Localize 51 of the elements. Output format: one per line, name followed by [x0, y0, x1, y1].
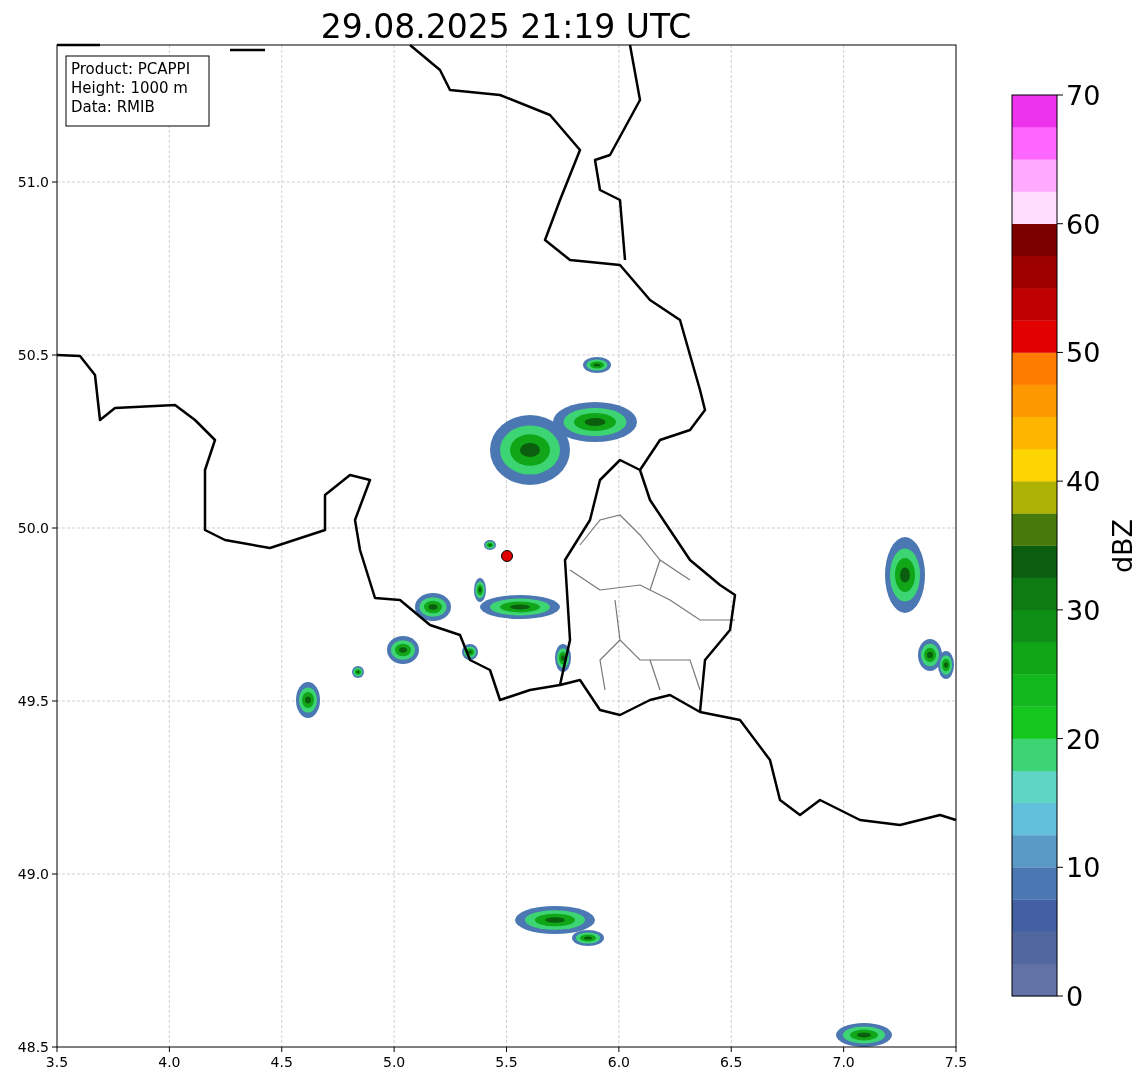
x-tick-label: 3.5 — [45, 1054, 69, 1070]
radar-echo — [387, 636, 419, 664]
x-tick-label: 4.5 — [270, 1054, 293, 1070]
y-tick-label: 49.5 — [17, 693, 49, 709]
radar-echo — [462, 644, 478, 660]
tick-mark — [51, 181, 58, 183]
tick-mark — [51, 700, 58, 702]
colorbar-tick-label: 30 — [1066, 594, 1101, 626]
x-tick-label: 7.0 — [832, 1054, 855, 1070]
colorbar-tick-label: 10 — [1066, 852, 1101, 884]
colorbar-tick-label: 50 — [1066, 337, 1101, 369]
y-tick-label: 48.5 — [17, 1039, 49, 1055]
tick-mark — [51, 354, 58, 356]
colorbar-label: dBZ — [1107, 518, 1138, 574]
colorbar-tick-label: 20 — [1066, 723, 1101, 755]
info-text: Height: 1000 m — [71, 79, 188, 97]
tick-mark — [51, 873, 58, 875]
radar-echo — [555, 644, 571, 672]
radar-echo — [296, 682, 320, 718]
tick-mark — [51, 527, 58, 529]
tick-mark — [843, 1046, 845, 1053]
tick-mark — [955, 1046, 957, 1053]
radar-echo — [415, 593, 451, 621]
colorbar-tick-label: 40 — [1066, 466, 1101, 498]
x-tick-label: 4.0 — [158, 1054, 181, 1070]
tick-mark — [281, 1046, 283, 1053]
y-tick-label: 51.0 — [17, 174, 49, 190]
tick-mark — [506, 1046, 507, 1053]
tick-mark — [618, 1046, 620, 1053]
y-tick-label: 50.0 — [17, 520, 49, 536]
radar-echo — [484, 540, 496, 550]
colorbar-tick-label: 70 — [1066, 80, 1101, 111]
info-text: Product: PCAPPI — [71, 60, 191, 78]
x-tick-label: 5.5 — [495, 1054, 518, 1070]
y-tick-label: 50.5 — [17, 347, 49, 363]
tick-mark — [393, 1046, 395, 1053]
radar-echo — [836, 1023, 892, 1047]
tick-mark — [730, 1046, 732, 1053]
x-tick-label: 7.5 — [944, 1054, 968, 1070]
x-tick-label: 6.0 — [607, 1054, 630, 1070]
y-tick-label: 49.0 — [17, 866, 49, 882]
radar-echo — [352, 666, 364, 678]
radar-echo — [583, 357, 611, 373]
colorbar-tick-label: 60 — [1066, 208, 1101, 240]
info-text: Data: RMIB — [71, 98, 155, 116]
radar-site-marker — [501, 550, 513, 562]
x-tick-label: 5.0 — [383, 1054, 406, 1070]
x-tick-label: 6.5 — [720, 1054, 743, 1070]
tick-mark — [168, 1046, 170, 1053]
colorbar-tick-label: 0 — [1066, 981, 1084, 1012]
chart-title: 29.08.2025 21:19 UTC — [320, 7, 692, 46]
